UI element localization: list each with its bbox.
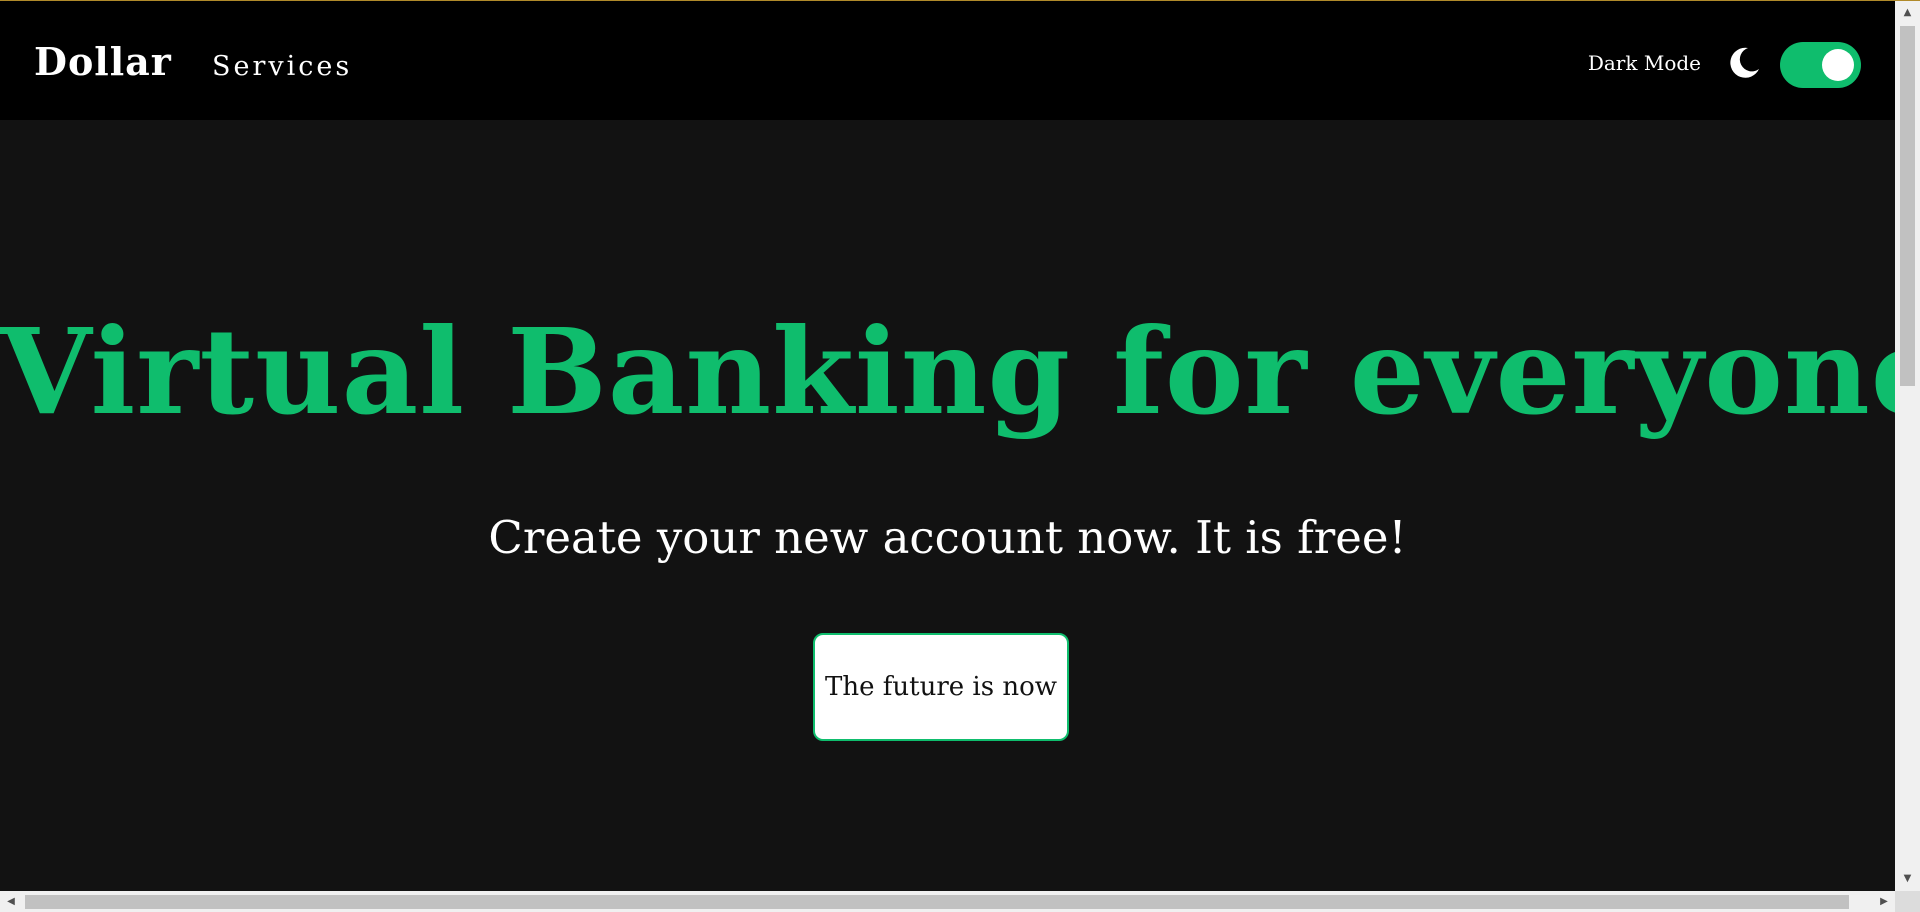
toggle-knob — [1822, 49, 1854, 81]
page-viewport: Dollar Services Dark Mode Virtual Bankin… — [0, 1, 1895, 891]
hero-subtitle: Create your new account now. It is free! — [488, 511, 1407, 564]
hero-title: Virtual Banking for everyone — [0, 302, 1895, 441]
dark-mode-label: Dark Mode — [1587, 51, 1701, 75]
scroll-left-arrow-icon[interactable]: ◀ — [0, 891, 22, 912]
brand-logo[interactable]: Dollar — [34, 39, 172, 84]
horizontal-scrollbar[interactable]: ◀ ▶ — [0, 891, 1895, 912]
scroll-down-arrow-icon[interactable]: ▼ — [1895, 869, 1920, 889]
horizontal-scroll-thumb[interactable] — [25, 895, 1849, 909]
moon-icon — [1726, 45, 1762, 81]
nav-link-services[interactable]: Services — [212, 51, 352, 82]
dark-mode-toggle[interactable] — [1780, 42, 1861, 88]
scroll-right-arrow-icon[interactable]: ▶ — [1873, 891, 1895, 912]
vertical-scrollbar[interactable]: ▲ ▼ — [1895, 1, 1920, 891]
scrollbar-corner — [1895, 891, 1920, 912]
navbar: Dollar Services Dark Mode — [0, 1, 1895, 120]
vertical-scroll-thumb[interactable] — [1900, 26, 1915, 386]
scroll-up-arrow-icon[interactable]: ▲ — [1895, 3, 1920, 23]
cta-button[interactable]: The future is now — [813, 633, 1069, 741]
